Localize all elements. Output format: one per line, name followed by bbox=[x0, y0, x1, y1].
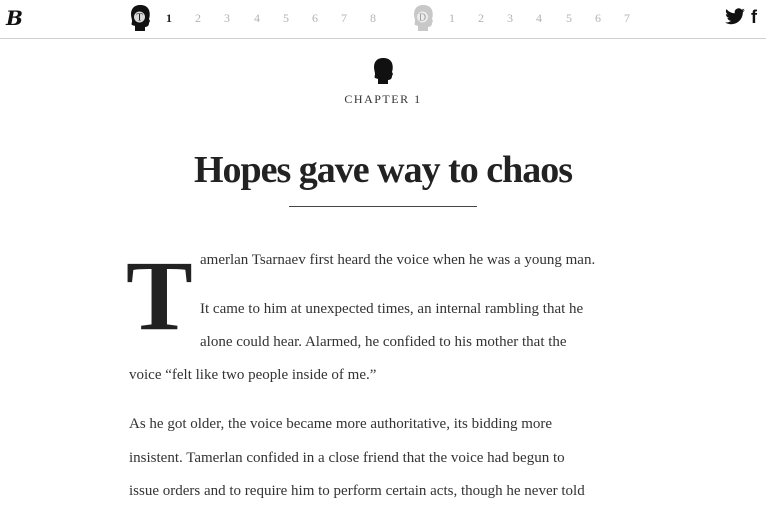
dzhokhar-chapter-4-link[interactable]: 4 bbox=[536, 11, 542, 26]
chapter-profile-icon bbox=[374, 58, 393, 84]
dzhokhar-chapter-2-link[interactable]: 2 bbox=[478, 11, 484, 26]
twitter-icon[interactable] bbox=[724, 8, 746, 26]
t-avatar-letter: T bbox=[136, 13, 142, 24]
chapter-label: CHAPTER 1 bbox=[344, 92, 422, 106]
tamerlan-chapter-6-link[interactable]: 6 bbox=[312, 11, 318, 26]
paragraph-2-line-2: insistent. Tamerlan confided in a close … bbox=[129, 450, 565, 466]
dzhokhar-chapter-5-link[interactable]: 5 bbox=[566, 11, 572, 26]
paragraph-1-line-2: It came to him at unexpected times, an i… bbox=[200, 301, 584, 317]
tamerlan-chapter-7-link[interactable]: 7 bbox=[341, 11, 347, 26]
drop-cap: T bbox=[126, 240, 193, 351]
tamerlan-chapter-8-link[interactable]: 8 bbox=[370, 11, 376, 26]
title-divider bbox=[289, 206, 477, 207]
tamerlan-chapter-4-link[interactable]: 4 bbox=[254, 11, 260, 26]
dzhokhar-d-avatar-icon[interactable]: D bbox=[412, 4, 434, 32]
chapter-title: Hopes gave way to chaos bbox=[193, 149, 573, 191]
dzhokhar-chapter-7-link[interactable]: 7 bbox=[624, 11, 630, 26]
paragraph-2-line-1: As he got older, the voice became more a… bbox=[129, 416, 553, 432]
tamerlan-chapter-1-link[interactable]: 1 bbox=[166, 11, 172, 26]
dzhokhar-chapter-3-link[interactable]: 3 bbox=[507, 11, 513, 26]
dzhokhar-chapter-1-link[interactable]: 1 bbox=[449, 11, 455, 26]
site-logo[interactable]: B bbox=[6, 6, 23, 30]
top-navigation: B T 1 2 3 4 5 6 7 8 D 1 2 3 4 5 6 7 f bbox=[0, 0, 766, 39]
paragraph-2-line-3: issue orders and to require him to perfo… bbox=[129, 483, 585, 499]
facebook-icon[interactable]: f bbox=[751, 7, 757, 28]
paragraph-1-line-1: amerlan Tsarnaev first heard the voice w… bbox=[200, 252, 596, 268]
tamerlan-chapter-3-link[interactable]: 3 bbox=[224, 11, 230, 26]
tamerlan-chapter-2-link[interactable]: 2 bbox=[195, 11, 201, 26]
tamerlan-chapter-5-link[interactable]: 5 bbox=[283, 11, 289, 26]
dzhokhar-chapter-6-link[interactable]: 6 bbox=[595, 11, 601, 26]
paragraph-1-line-3: alone could hear. Alarmed, he confided t… bbox=[200, 334, 567, 350]
d-avatar-letter: D bbox=[419, 13, 426, 24]
tsarnaev-t-avatar-icon[interactable]: T bbox=[129, 4, 151, 32]
paragraph-1-line-4: voice “felt like two people inside of me… bbox=[129, 367, 377, 383]
